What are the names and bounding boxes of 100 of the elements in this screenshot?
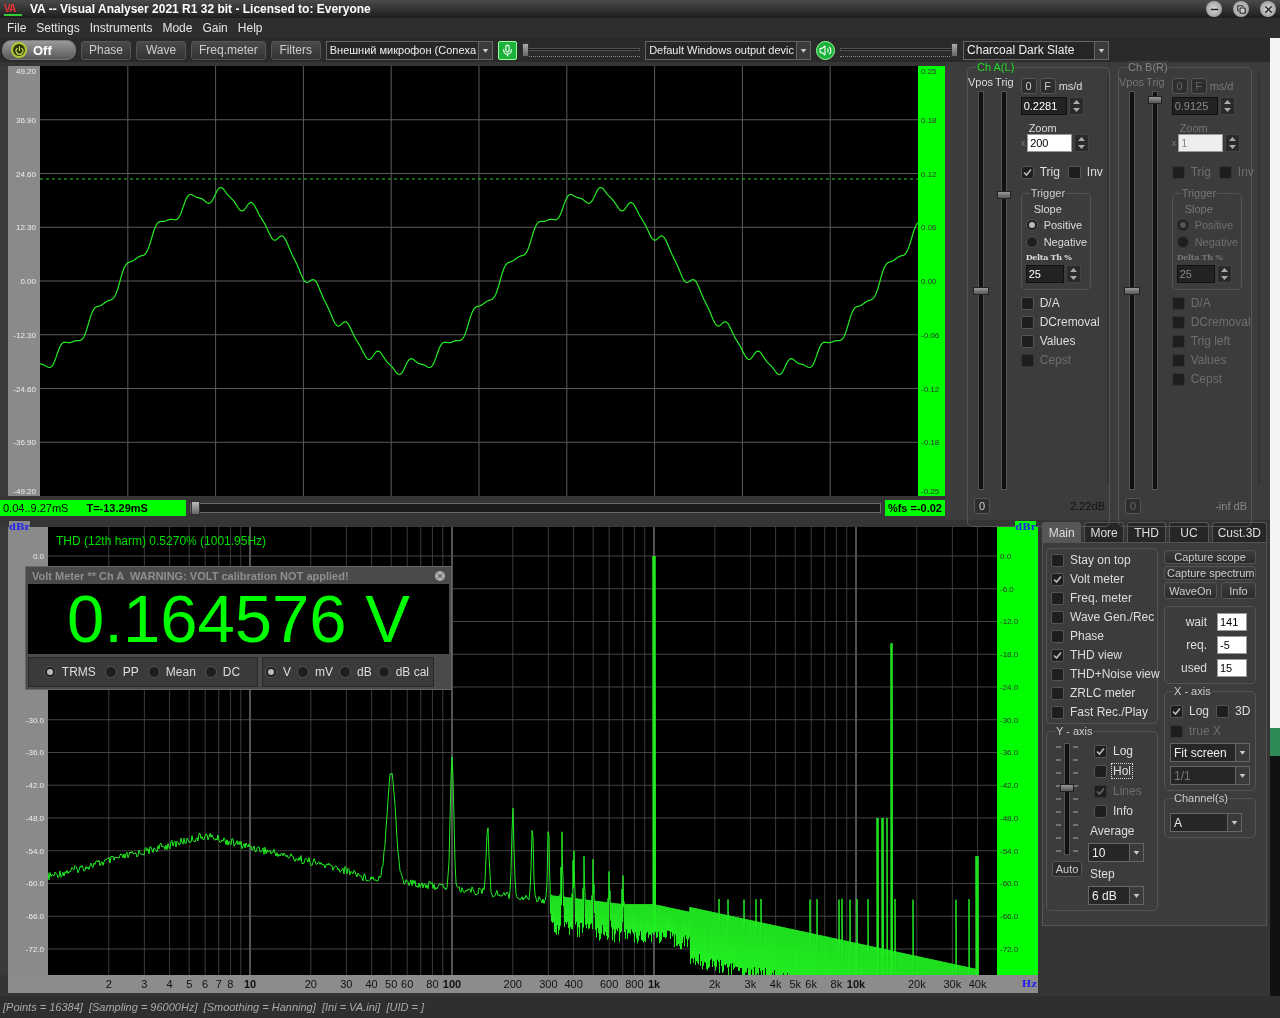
menu-item[interactable]: Instruments (84, 21, 158, 35)
capture-button[interactable]: Capture scope (1164, 550, 1256, 564)
down-arrow-icon (1220, 276, 1228, 280)
action-button[interactable]: WaveOn (1164, 582, 1217, 599)
checkbox[interactable] (1051, 686, 1064, 700)
axis-label: 6k (805, 978, 817, 990)
checkbox[interactable] (1094, 804, 1107, 818)
theme-dropdown[interactable]: Charcoal Dark Slate (963, 40, 1110, 60)
checkbox[interactable] (1051, 610, 1064, 624)
checkbox[interactable] (1020, 315, 1034, 329)
slider-thumb[interactable] (951, 43, 959, 57)
checkbox[interactable] (1051, 553, 1064, 567)
checkbox[interactable] (1051, 629, 1064, 643)
average-dropdown[interactable]: 10 (1088, 843, 1144, 862)
radio-button[interactable] (204, 666, 217, 678)
radio-label: mV (314, 664, 334, 680)
checkbox[interactable] (1094, 764, 1107, 778)
menu-item[interactable]: Mode (157, 21, 198, 35)
tab[interactable]: Cust.3D (1211, 522, 1267, 542)
menu-item[interactable]: Gain (197, 21, 233, 35)
axis-label: 1k (647, 978, 661, 990)
toolbar-button[interactable]: Filters (270, 40, 321, 60)
checkbox[interactable] (1094, 744, 1107, 758)
radio-button[interactable] (104, 666, 117, 678)
menu-item[interactable]: File (2, 21, 32, 35)
axis-label: -30.0 (25, 715, 44, 725)
slider-thumb[interactable] (1060, 784, 1074, 792)
radio-button[interactable] (377, 666, 390, 678)
radio-label: Mean (164, 664, 197, 680)
radio-button[interactable] (297, 666, 309, 678)
reset-button[interactable]: 0 (1020, 78, 1037, 94)
minimize-button[interactable] (1206, 1, 1222, 17)
axis-label: -60.0 (25, 878, 44, 888)
slider-thumb[interactable] (522, 43, 530, 57)
toolbar-button[interactable]: Phase (81, 40, 132, 60)
action-button[interactable]: Info (1220, 582, 1256, 599)
tab[interactable]: More (1084, 522, 1124, 542)
slider-thumb[interactable] (997, 191, 1012, 200)
axis-label: 60 (401, 978, 414, 990)
slider-thumb[interactable] (972, 286, 989, 295)
radio-button[interactable] (147, 666, 160, 678)
checkbox[interactable] (1051, 705, 1064, 719)
checkbox[interactable] (1051, 648, 1064, 662)
slider-label: Vpos (968, 76, 994, 88)
scale-dropdown[interactable]: Fit screen (1170, 743, 1250, 762)
tab[interactable]: UC (1169, 522, 1209, 542)
number-field[interactable]: 15 (1217, 659, 1247, 677)
number-field[interactable]: -5 (1217, 636, 1247, 654)
spin-button[interactable] (1216, 265, 1232, 283)
input-device-dropdown[interactable]: Внешний микрофон (Conexa (325, 40, 494, 60)
radio-button[interactable] (1025, 219, 1038, 231)
microphone-icon[interactable] (498, 40, 518, 60)
f-button[interactable]: F (1039, 78, 1056, 94)
tab[interactable]: THD (1126, 522, 1167, 542)
menu-item[interactable]: Help (232, 21, 268, 35)
checkbox[interactable] (1020, 296, 1034, 310)
checkbox[interactable] (1051, 572, 1064, 586)
checkbox[interactable] (1216, 704, 1230, 718)
capture-button[interactable]: Capture spectrum (1164, 566, 1256, 580)
spin-button[interactable] (1225, 134, 1241, 152)
speaker-icon[interactable] (816, 40, 836, 60)
auto-button[interactable]: Auto (1051, 861, 1083, 877)
radio-button[interactable] (339, 666, 351, 678)
radio-button[interactable] (264, 666, 277, 678)
close-icon[interactable] (435, 570, 445, 581)
power-button[interactable]: Off (2, 40, 76, 60)
checkbox[interactable] (1020, 165, 1034, 179)
axis-label: -0.25 (921, 486, 940, 496)
number-field[interactable]: 25 (1025, 265, 1064, 283)
channel-dropdown[interactable]: A (1170, 813, 1242, 832)
caret-icon (1227, 814, 1241, 831)
toolbar-button[interactable]: Freq.meter (191, 40, 266, 60)
output-device-dropdown[interactable]: Default Windows output devic (645, 40, 812, 60)
checkbox[interactable] (1020, 334, 1034, 348)
slider-thumb[interactable] (191, 501, 200, 515)
spin-button[interactable] (1074, 134, 1090, 152)
down-arrow-icon (1069, 276, 1077, 280)
checkbox[interactable] (1051, 591, 1064, 605)
spin-button[interactable] (1065, 265, 1081, 283)
spin-button[interactable] (1068, 97, 1084, 115)
restore-button[interactable] (1233, 1, 1249, 17)
checkbox[interactable] (1067, 165, 1081, 179)
number-field[interactable]: 0.2281 (1020, 97, 1067, 115)
spin-button[interactable] (1219, 97, 1235, 115)
volt-meter-title: Volt Meter ** Ch A WARNING: VOLT calibration NOT applied! (32, 569, 349, 582)
number-field[interactable]: 141 (1217, 613, 1247, 631)
toolbar-button[interactable]: Wave (136, 40, 187, 60)
axis-label: 0.00 (20, 276, 36, 286)
number-field[interactable]: 200 (1027, 134, 1073, 152)
radio-button[interactable] (43, 666, 56, 678)
checkbox[interactable] (1051, 667, 1064, 681)
checkbox[interactable] (1170, 704, 1183, 718)
axis-label: -36.0 (1000, 748, 1019, 757)
step-dropdown[interactable]: 6 dB (1088, 886, 1144, 905)
tab[interactable]: Main (1042, 522, 1082, 542)
axis-label: 12.30 (15, 222, 36, 232)
radio-button[interactable] (1025, 236, 1038, 248)
close-button[interactable] (1260, 1, 1276, 17)
menu-item[interactable]: Settings (31, 21, 85, 35)
offset-button[interactable]: 0 (974, 498, 990, 514)
